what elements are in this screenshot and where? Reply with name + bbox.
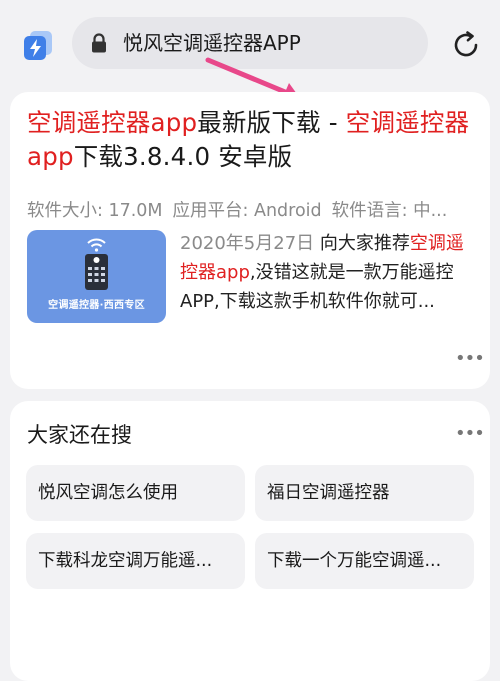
related-search-chip[interactable]: 下载科龙空调万能遥... [26, 533, 245, 589]
related-more-button[interactable]: ••• [455, 425, 485, 443]
search-result-card[interactable]: 空调遥控器app最新版下载 - 空调遥控器app下载3.8.4.0 安卓版 软件… [10, 92, 490, 389]
snippet-date: 2020年5月27日 [180, 233, 315, 254]
result-meta: 软件大小: 17.0M 应用平台: Android 软件语言: 中... [27, 197, 472, 222]
meta-size: 软件大小: 17.0M [27, 201, 163, 221]
result-more-button[interactable]: ••• [455, 350, 485, 368]
result-title-link[interactable]: 空调遥控器app最新版下载 - 空调遥控器app下载3.8.4.0 安卓版 [27, 106, 477, 174]
related-search-chip[interactable]: 悦风空调怎么使用 [26, 465, 245, 521]
refresh-icon[interactable] [448, 27, 484, 63]
title-highlight: 空调遥控器app [27, 108, 198, 137]
top-bar: 悦风空调遥控器APP [0, 0, 500, 104]
related-search-chip[interactable]: 下载一个万能空调遥... [255, 533, 474, 589]
related-search-chip[interactable]: 福日空调遥控器 [255, 465, 474, 521]
result-thumbnail[interactable]: 空调遥控器·西西专区 [27, 230, 166, 323]
thumbnail-caption: 空调遥控器·西西专区 [48, 300, 145, 311]
snippet-text: 向大家推荐 [314, 233, 410, 254]
title-text: 最新版下载 - [197, 108, 346, 137]
related-searches-title: 大家还在搜 [27, 423, 132, 447]
search-query-text: 悦风空调遥控器APP [123, 31, 301, 55]
related-searches-card: 大家还在搜 ••• 悦风空调怎么使用 福日空调遥控器 下载科龙空调万能遥... … [10, 401, 490, 681]
title-text: 下载3.8.4.0 安卓版 [73, 142, 293, 171]
meta-language: 软件语言: 中... [331, 201, 448, 221]
app-logo-icon[interactable] [20, 27, 56, 63]
result-snippet: 2020年5月27日 向大家推荐空调遥控器app,没错这就是一款万能遥控APP,… [180, 229, 470, 316]
meta-platform: 应用平台: Android [172, 201, 322, 221]
lock-icon [92, 33, 106, 53]
address-bar[interactable]: 悦风空调遥控器APP [72, 17, 428, 69]
